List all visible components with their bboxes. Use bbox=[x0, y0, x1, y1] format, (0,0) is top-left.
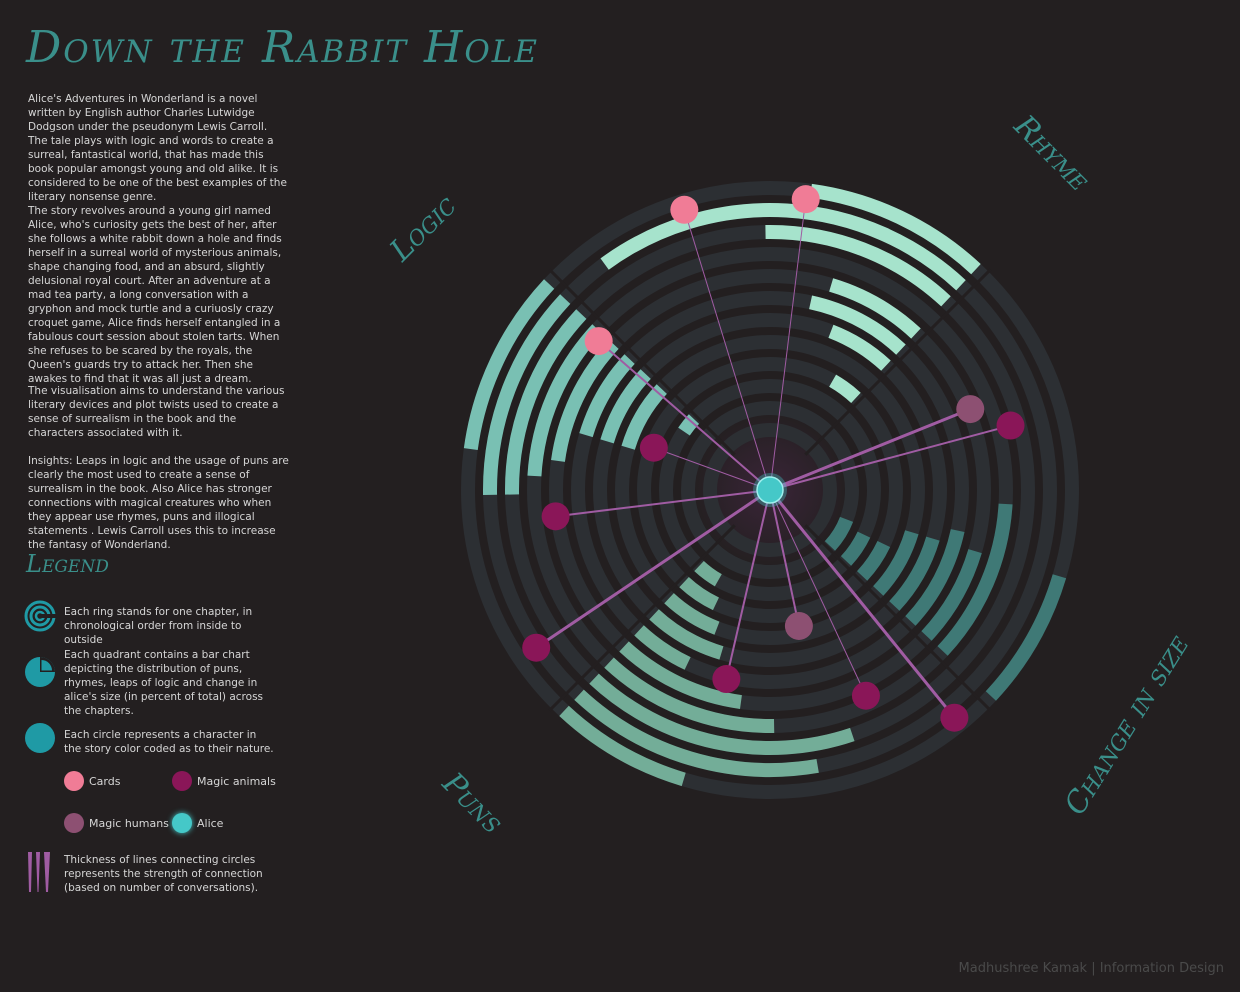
character-node-alice bbox=[756, 476, 784, 504]
character-node-magic-animals bbox=[996, 411, 1025, 440]
quadrant-label-rhyme: Rhyme bbox=[1006, 108, 1096, 198]
character-node-magic-humans bbox=[956, 395, 985, 424]
bar-rhyme bbox=[828, 374, 861, 404]
character-node-cards bbox=[670, 195, 699, 224]
character-node-magic-humans bbox=[784, 611, 813, 640]
character-node-magic-animals bbox=[541, 502, 570, 531]
character-node-magic-animals bbox=[639, 433, 668, 462]
character-node-magic-animals bbox=[712, 665, 741, 694]
character-node-magic-animals bbox=[522, 633, 551, 662]
character-node-cards bbox=[584, 327, 613, 356]
character-node-cards bbox=[791, 185, 820, 214]
quadrant-label-logic: Logic bbox=[383, 188, 464, 269]
bar-logic bbox=[678, 414, 700, 436]
quadrant-label-puns: Puns bbox=[435, 765, 510, 840]
character-node-magic-animals bbox=[940, 703, 969, 732]
radial-chart: Logic Rhyme Puns Change in size bbox=[383, 108, 1197, 841]
bar-puns bbox=[679, 576, 720, 611]
character-node-magic-animals bbox=[851, 681, 880, 710]
quadrant-label-change-in-size: Change in size bbox=[1058, 629, 1196, 822]
bar-change-in-size bbox=[840, 531, 871, 566]
bar-change-in-size bbox=[856, 540, 891, 581]
bar-puns bbox=[694, 560, 722, 587]
